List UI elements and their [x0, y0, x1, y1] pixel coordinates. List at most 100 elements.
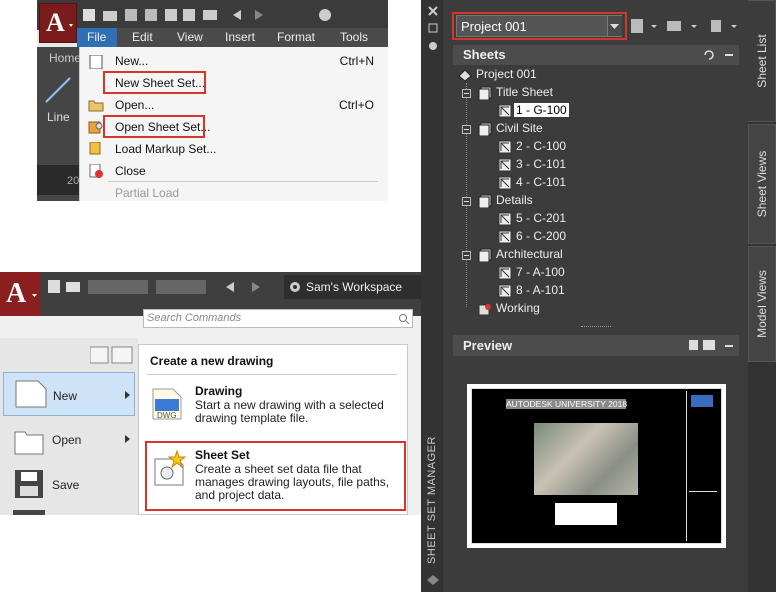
- ssm-bottom-icon: [427, 575, 439, 585]
- sheet-set-manager: SHEET SET MANAGER Project 001 Sheets Pro…: [421, 0, 776, 592]
- autohide-icon[interactable]: [427, 22, 439, 34]
- app-menu-new-label: New: [53, 389, 78, 403]
- recent-docs-icons[interactable]: [90, 346, 134, 364]
- highlight-new-sheet-set: [103, 71, 206, 94]
- collapse-icon-2[interactable]: [725, 345, 733, 347]
- drawing-option-desc-2: drawing template file.: [195, 411, 309, 425]
- tree-sheet-label: 6 - C-200: [516, 229, 567, 243]
- shortcut-new: Ctrl+N: [339, 54, 374, 68]
- collapse-toggle-icon[interactable]: [462, 125, 471, 134]
- app-menu-open-label[interactable]: Open: [52, 433, 81, 447]
- tab-model-views[interactable]: Model Views: [748, 246, 776, 362]
- highlight-open-sheet-set: [103, 115, 205, 138]
- menu-item-partial-load: Partial Load: [115, 186, 180, 200]
- tree-subset-label: Title Sheet: [496, 85, 553, 99]
- app-menu-button[interactable]: A: [39, 3, 77, 43]
- tree-sheet-label: 7 - A-100: [516, 265, 565, 279]
- ssm-vertical-title: SHEET SET MANAGER: [426, 436, 438, 564]
- splitter-grip[interactable]: [581, 326, 611, 329]
- preview-view-icons[interactable]: [689, 339, 719, 351]
- tree-sheet-label: 4 - C-101: [516, 175, 567, 189]
- app-menu-button-2[interactable]: A: [0, 272, 40, 316]
- search-icon: [399, 314, 410, 325]
- refresh-icon[interactable]: [703, 49, 715, 61]
- tree-sheet-icon: [498, 176, 512, 190]
- tree-root-project-label: Project 001: [476, 67, 537, 81]
- app-menu-new-button[interactable]: New: [3, 372, 135, 416]
- gear-icon: [290, 282, 300, 292]
- tree-sheet-label: 5 - C-201: [516, 211, 567, 225]
- menu-item-new[interactable]: New...: [115, 54, 148, 68]
- menu-view[interactable]: View: [177, 30, 203, 44]
- load-markup-icon: [88, 142, 104, 156]
- collapse-icon[interactable]: [725, 54, 733, 56]
- collapse-toggle-icon[interactable]: [462, 197, 471, 206]
- ribbon-left-strip: Home Line 20: [37, 47, 81, 201]
- ssm-side-tabs: Sheet List Sheet Views Model Views: [748, 0, 776, 592]
- tree-subset-icon: [478, 248, 492, 262]
- highlight-project-selector: [452, 12, 627, 40]
- tree-working-icon: [478, 302, 492, 316]
- menu-format[interactable]: Format: [277, 30, 315, 44]
- file-menu-panel: A File Edit View Insert Format Tools Hom…: [37, 0, 388, 201]
- open-folder-icon: [88, 98, 104, 112]
- tree-subset-icon: [478, 194, 492, 208]
- tab-sheet-views[interactable]: Sheet Views: [748, 124, 776, 244]
- quick-access-toolbar: [37, 0, 388, 30]
- tree-sheet-icon: [498, 266, 512, 280]
- preview-banner: AUTODESK UNIVERSITY 2018: [506, 399, 628, 409]
- ssm-toolbar-icons[interactable]: [631, 17, 741, 37]
- menu-tools[interactable]: Tools: [340, 30, 368, 44]
- highlight-sheet-set-option: [145, 441, 406, 511]
- menu-item-close[interactable]: Close: [115, 164, 146, 178]
- app-menu-save-label[interactable]: Save: [52, 478, 79, 492]
- tree-subset-label: Civil Site: [496, 121, 543, 135]
- tree-sheet-label: 8 - A-101: [516, 283, 565, 297]
- workspace-label: Sam's Workspace: [306, 280, 403, 294]
- line-tool-icon[interactable]: [43, 75, 73, 105]
- search-placeholder: Search Commands: [147, 312, 242, 324]
- collapse-toggle-icon[interactable]: [462, 251, 471, 260]
- tree-sheet-label: 3 - C-101: [516, 157, 567, 171]
- svg-text:A: A: [6, 278, 27, 309]
- quick-access-icons-2[interactable]: [48, 278, 278, 296]
- properties-icon[interactable]: [427, 40, 439, 52]
- ribbon-tab-home[interactable]: Home: [49, 51, 81, 65]
- close-doc-icon: [88, 164, 104, 178]
- tree-sheet-icon: [498, 230, 512, 244]
- workspace-switcher[interactable]: Sam's Workspace: [284, 275, 425, 299]
- ssm-titlebar: SHEET SET MANAGER: [421, 0, 443, 592]
- svg-text:A: A: [46, 8, 65, 37]
- preview-title-block: [686, 391, 720, 541]
- menu-item-load-markup-set[interactable]: Load Markup Set...: [115, 142, 216, 156]
- layout-tab-label[interactable]: 20: [67, 175, 79, 187]
- save-icon: [15, 470, 43, 498]
- tree-working-label: Working: [496, 301, 540, 315]
- close-icon[interactable]: [427, 5, 439, 17]
- preview-area: AUTODESK UNIVERSITY 2018: [453, 356, 739, 577]
- open-sheet-set-icon: [88, 120, 104, 134]
- preview-header-label: Preview: [463, 338, 513, 353]
- preview-header: Preview: [453, 335, 739, 356]
- preview-title-table: [555, 503, 617, 525]
- tab-sheet-list[interactable]: Sheet List: [748, 0, 776, 122]
- tree-sheet-icon: [498, 158, 512, 172]
- drawing-option-title: Drawing: [195, 384, 243, 398]
- search-commands-input[interactable]: Search Commands: [143, 309, 413, 328]
- menu-file[interactable]: File: [87, 30, 106, 44]
- line-tool-label: Line: [47, 110, 70, 124]
- sheet-tree: Project 001 Title Sheet 1 - G-100 Civil Sit…: [453, 65, 739, 322]
- menu-item-open[interactable]: Open...: [115, 98, 154, 112]
- chevron-right-icon: [125, 391, 130, 399]
- quick-access-icons[interactable]: [83, 7, 333, 23]
- tree-sheet-icon: [498, 140, 512, 154]
- menu-edit[interactable]: Edit: [132, 30, 153, 44]
- new-doc-icon: [88, 55, 104, 69]
- sheets-header: Sheets: [453, 45, 739, 65]
- collapse-toggle-icon[interactable]: [462, 89, 471, 98]
- drawing-option[interactable]: DWG Drawing Start a new drawing with a s…: [139, 381, 407, 441]
- sheet-preview: AUTODESK UNIVERSITY 2018: [467, 384, 726, 548]
- menu-insert[interactable]: Insert: [225, 30, 255, 44]
- sheets-header-label: Sheets: [463, 47, 506, 62]
- tree-sheet-icon: [498, 104, 512, 118]
